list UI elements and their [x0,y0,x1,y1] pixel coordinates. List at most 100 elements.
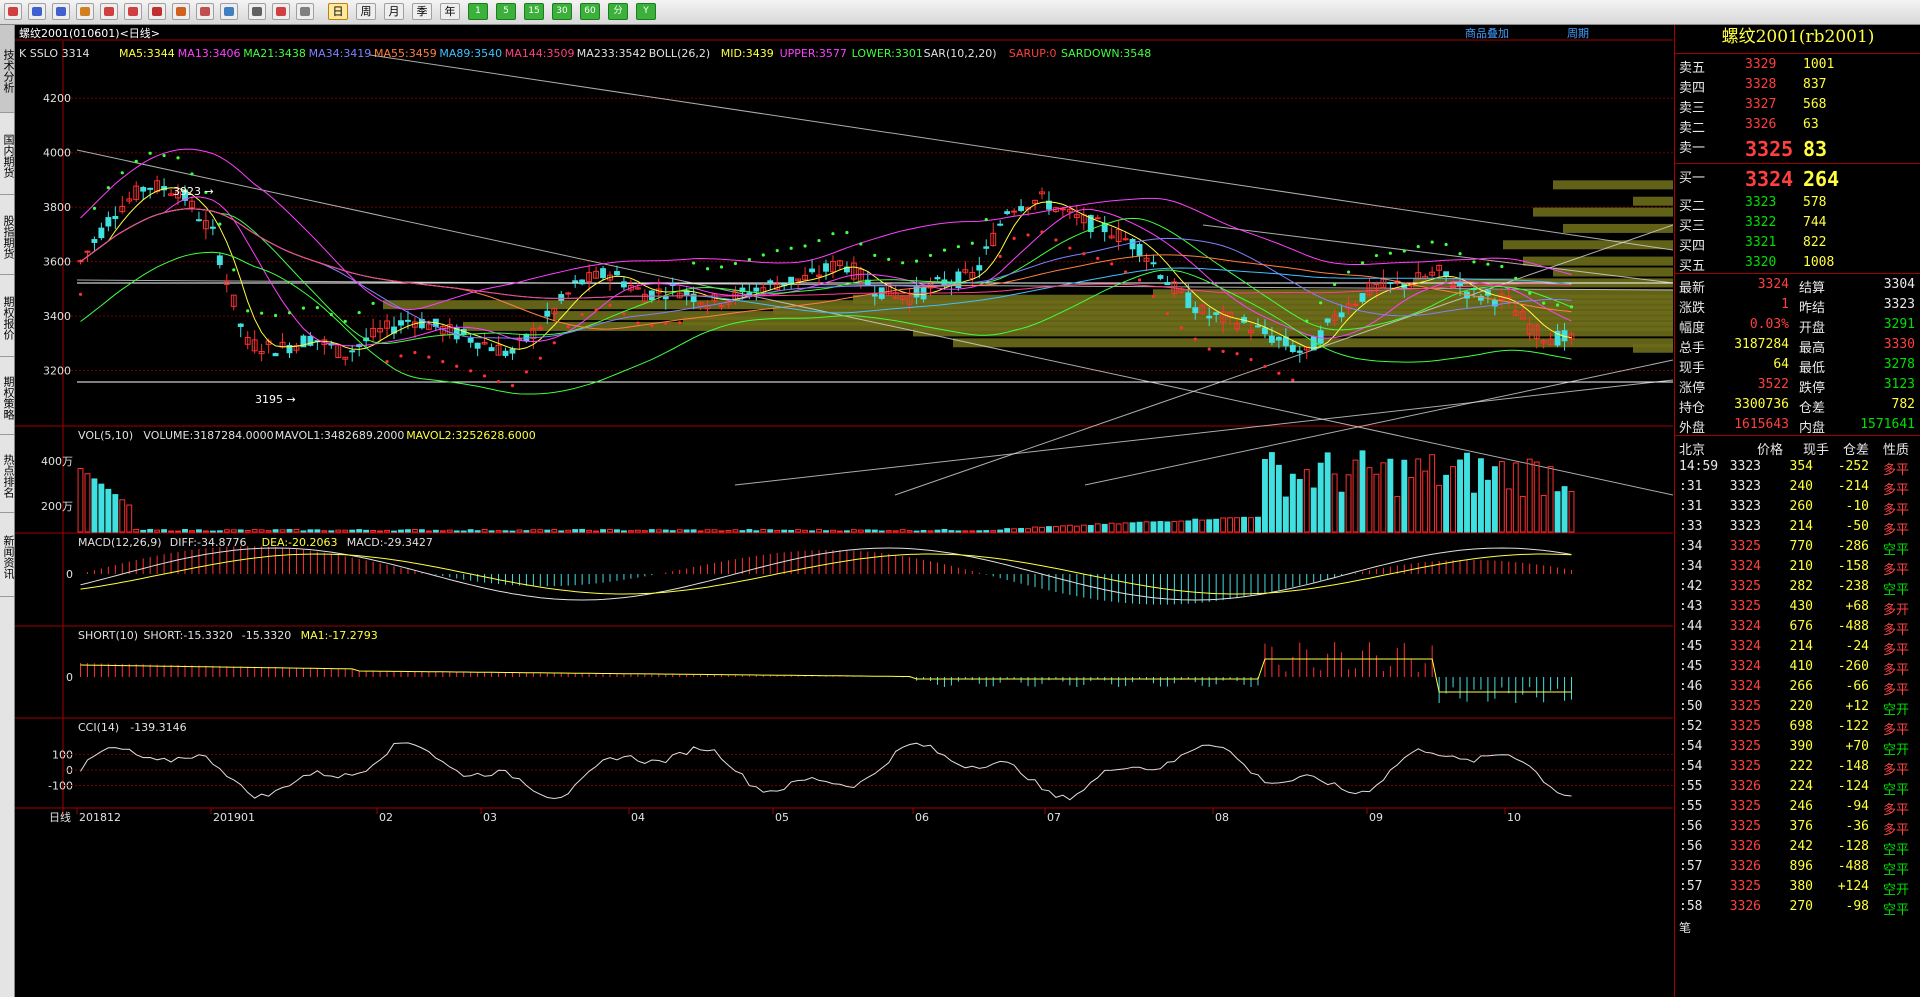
sar-dot-64 [524,370,528,374]
sar-dot-132 [998,254,1002,258]
tick-row-18: :56 3325 376 -36 多平 [1675,817,1920,838]
sar-dot-38 [343,319,347,323]
back-icon[interactable] [28,3,46,20]
forward-icon[interactable] [52,3,70,20]
volume-bar-180 [1331,473,1338,533]
tick-footer[interactable]: 笔 [1679,919,1691,936]
volume-bar-58 [481,528,488,533]
sar-dot-154 [1151,294,1156,298]
volume-bar-77 [614,529,620,533]
tick-header-price: 价格 [1757,443,1784,458]
sar-dot-10 [148,151,152,155]
ask-label: 卖四 [1679,81,1706,96]
period-button-5[interactable]: 1 [468,3,488,20]
period-button-11[interactable]: Y [636,3,656,20]
x-axis-label-7: 07 [1047,811,1061,824]
x-axis-label-10: 10 [1507,811,1521,824]
list-icon[interactable] [76,3,94,20]
tick-header-nature: 性质 [1883,443,1910,458]
stat-label-right: 内盘 [1799,421,1826,436]
tick-oi-change: -50 [1845,519,1869,534]
period-link[interactable]: 周期 [1567,27,1589,40]
indicator-item-7: MA233:3542 [577,47,647,60]
bid-volume: 1008 [1803,255,1835,270]
quote-divider-mid [1675,163,1920,164]
volume-bar-56 [467,529,474,533]
volume-bar-177 [1310,487,1317,533]
bid-row-1: 买二 3323 578 [1675,193,1920,214]
sar-dot-128 [970,241,974,245]
home-icon[interactable] [4,3,22,20]
sar-dot-176 [1305,319,1309,323]
sar-dot-160 [1193,337,1197,341]
candle-body-62 [509,348,516,354]
period-button-10[interactable]: 分 [608,3,628,20]
period-button-6[interactable]: 5 [496,3,516,20]
tick-time: :54 [1679,739,1703,754]
volume-bar-9 [140,529,147,533]
table-icon[interactable] [248,3,266,20]
sar-dot-162 [1207,347,1211,351]
candle-body-171 [1268,335,1275,343]
tick-nature: 多平 [1883,503,1910,518]
period-button-7[interactable]: 15 [524,3,544,20]
volume-bar-167 [1241,516,1247,533]
sar-dot-102 [789,246,793,250]
sidebar-tab-2[interactable]: 股指期货 [0,195,15,275]
tick-price: 3324 [1729,559,1761,574]
filter-icon[interactable] [196,3,214,20]
sidebar-tab-0[interactable]: 技术分析 [0,25,15,113]
period-button-2[interactable]: 月 [384,3,404,20]
boll-upper-line [80,148,1572,311]
tick-icon[interactable] [296,3,314,20]
tick-volume: 676 [1789,619,1813,634]
sidebar-tab-4[interactable]: 期权策略 [0,357,15,435]
sar-dot-182 [1346,270,1351,274]
stat-label-left: 涨停 [1679,381,1706,396]
zoom-icon[interactable] [124,3,142,20]
volume-bar-16 [189,530,195,533]
candle-body-28 [272,353,279,357]
sidebar-tab-5[interactable]: 热点排名 [0,435,15,513]
volume-bar-172 [1275,464,1282,533]
search-icon[interactable] [100,3,118,20]
stat-value-left: 3187284 [1734,337,1789,352]
indicator-label: K SSLO 3314 [19,47,90,60]
volume-bar-197 [1450,466,1457,533]
sidebar-tab-1[interactable]: 国内期货 [0,113,15,195]
volume-bar-87 [683,529,690,533]
sidebar-tab-3[interactable]: 期权报价 [0,275,15,357]
sidebar-tab-6[interactable]: 新闻资讯 [0,513,15,597]
period-button-9[interactable]: 60 [580,3,600,20]
period-button-0[interactable]: 日 [328,3,348,20]
volume-bar-203 [1491,466,1498,533]
tick-oi-change: +70 [1845,739,1869,754]
tick-price: 3324 [1729,639,1761,654]
period-button-4[interactable]: 年 [440,3,460,20]
line-chart-icon[interactable] [272,3,290,20]
tick-price: 3325 [1729,699,1761,714]
volume-bar-55 [460,530,467,533]
settings-icon[interactable] [220,3,238,20]
volume-bar-214 [1568,491,1575,533]
volume-label: VOL(5,10) [78,429,133,442]
tick-volume: 214 [1789,519,1813,534]
volume-bar-27 [265,530,272,533]
period-button-3[interactable]: 季 [412,3,432,20]
pen-icon[interactable] [172,3,190,20]
draw-icon[interactable] [148,3,166,20]
candle-body-88 [690,293,697,303]
volume-bar-52 [439,530,446,533]
volume-bar-45 [391,530,397,533]
volume-bar-121 [920,530,927,533]
volume-bar-63 [516,529,523,533]
sar-dot-196 [1444,242,1448,247]
macd-item-0: DIFF:-34.8776 [170,536,247,549]
volume-bar-207 [1519,495,1526,533]
commodity-overlay-link[interactable]: 商品叠加 [1465,26,1509,40]
period-button-1[interactable]: 周 [356,3,376,20]
kline-chart[interactable]: 螺纹2001(010601)<日线> 商品叠加 周期 K SSLO 3314 MA5:3… [15,25,1673,997]
period-button-8[interactable]: 30 [552,3,572,20]
tick-oi-change: +124 [1837,879,1869,894]
sar-dot-52 [441,360,445,364]
